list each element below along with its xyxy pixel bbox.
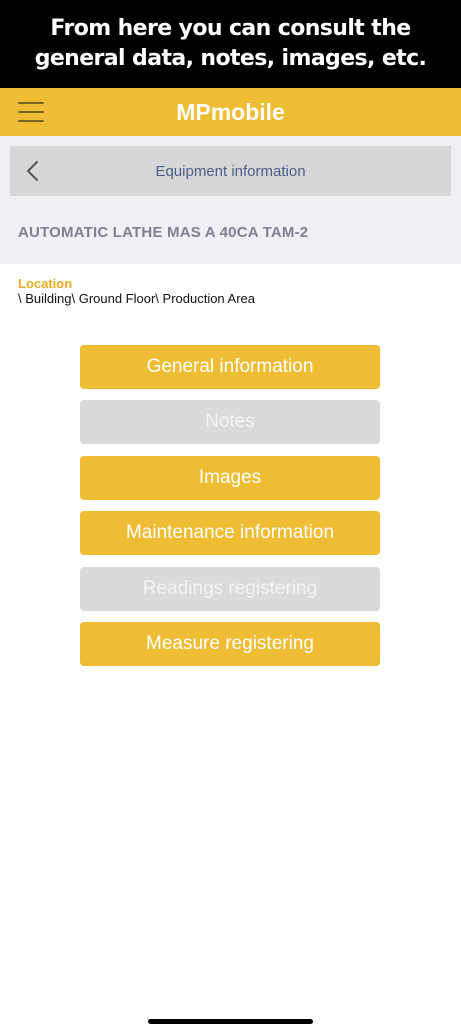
location-block: Location \ Building\ Ground Floor\ Produ… bbox=[18, 276, 255, 307]
caption-line-1: From here you can consult the bbox=[50, 16, 411, 41]
measure-registering-button[interactable]: Measure registering bbox=[80, 622, 380, 666]
general-information-button[interactable]: General information bbox=[80, 345, 380, 389]
navigation-bar: Equipment information bbox=[10, 146, 451, 196]
hamburger-menu-icon[interactable] bbox=[18, 98, 44, 126]
equipment-name: AUTOMATIC LATHE MAS A 40CA TAM-2 bbox=[18, 224, 309, 241]
app-title: MPmobile bbox=[176, 98, 285, 125]
notes-button[interactable]: Notes bbox=[80, 400, 380, 444]
caption-banner: From here you can consult the general da… bbox=[0, 0, 461, 88]
location-label: Location bbox=[18, 276, 73, 291]
nav-title: Equipment information bbox=[155, 162, 306, 180]
maintenance-information-button[interactable]: Maintenance information bbox=[80, 511, 380, 555]
caption-line-2: general data, notes, images, etc. bbox=[34, 46, 427, 71]
location-path: \ Building\ Ground Floor\ Production Are… bbox=[18, 291, 256, 306]
images-button[interactable]: Images bbox=[80, 456, 380, 500]
app-bar: MPmobile bbox=[0, 88, 461, 136]
readings-registering-button[interactable]: Readings registering bbox=[80, 567, 380, 611]
home-indicator bbox=[148, 1019, 313, 1024]
header-section: Equipment information AUTOMATIC LATHE MA… bbox=[0, 136, 461, 264]
screen: From here you can consult the general da… bbox=[0, 0, 461, 1024]
chevron-left-icon[interactable] bbox=[22, 159, 46, 183]
